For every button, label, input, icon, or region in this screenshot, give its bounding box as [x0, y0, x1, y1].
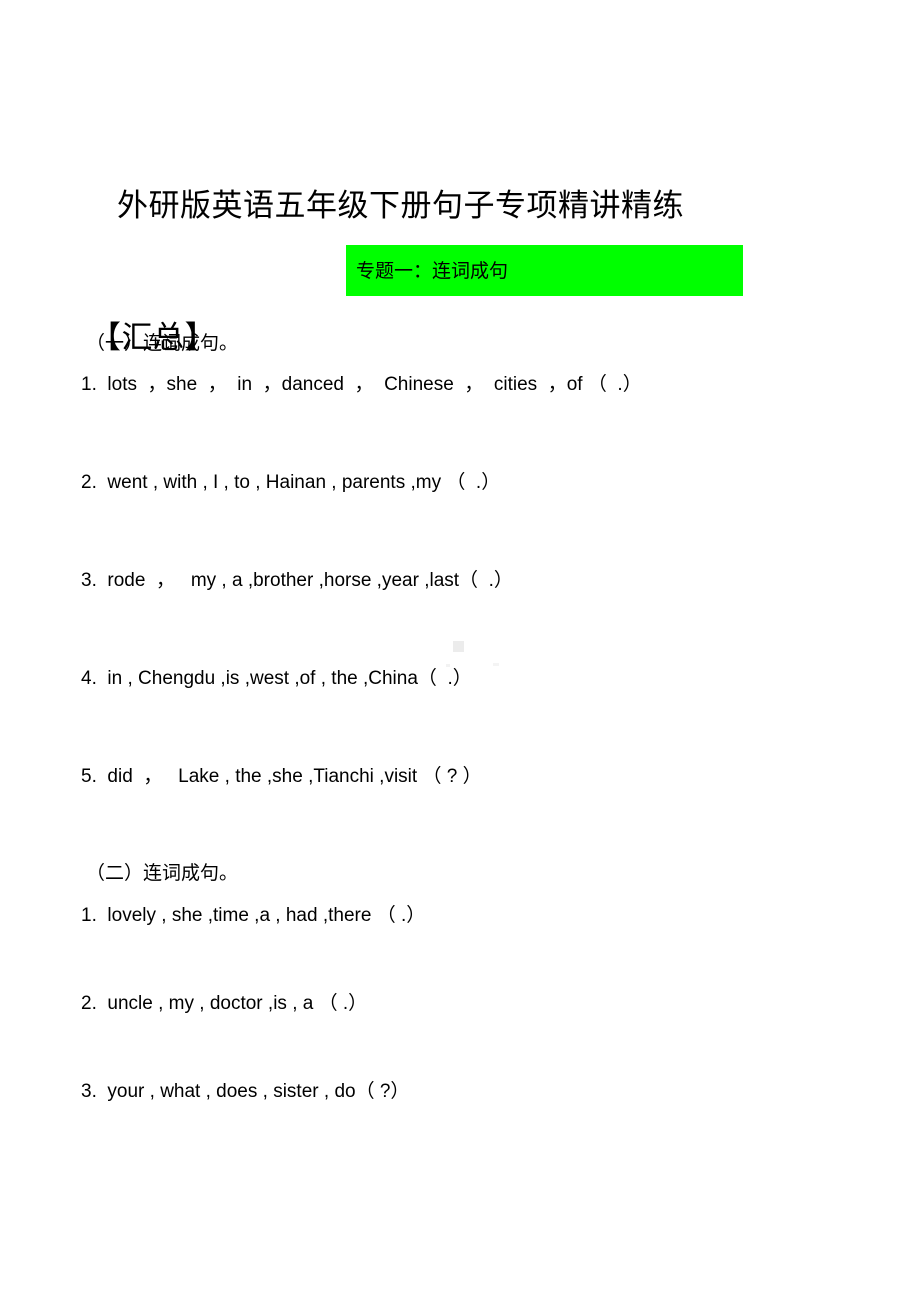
section-heading-one: （一）连词成句。 — [86, 333, 239, 354]
question-item: 5. did ， Lake , the ,she ,Tianchi ,visit… — [81, 766, 482, 787]
question-item: 3. your , what , does , sister , do（ ?） — [81, 1081, 410, 1102]
document-page: 外研版英语五年级下册句子专项精讲精练 【汇总】 专题一：连词成句 （一）连词成句… — [0, 0, 920, 1303]
question-item: 1. lots ，she ， in ，danced ， Chinese ， ci… — [81, 374, 642, 395]
section-heading-two: （二）连词成句。 — [86, 863, 239, 884]
question-item: 4. in , Chengdu ,is ,west ,of , the ,Chi… — [81, 668, 472, 689]
topic-banner-label: 专题一：连词成句 — [356, 261, 509, 282]
page-title-line-1: 外研版英语五年级下册句子专项精讲精练 — [117, 188, 684, 223]
question-item: 1. lovely , she ,time ,a , had ,there （ … — [81, 905, 426, 926]
scan-artifact-speck-small-right — [493, 663, 499, 666]
question-item: 3. rode ， my , a ,brother ,horse ,year ,… — [81, 570, 513, 591]
scan-artifact-speck — [453, 641, 464, 652]
question-item: 2. went , with , I , to , Hainan , paren… — [81, 472, 501, 493]
question-item: 2. uncle , my , doctor ,is , a （ .） — [81, 993, 368, 1014]
topic-banner: 专题一：连词成句 — [346, 245, 743, 296]
